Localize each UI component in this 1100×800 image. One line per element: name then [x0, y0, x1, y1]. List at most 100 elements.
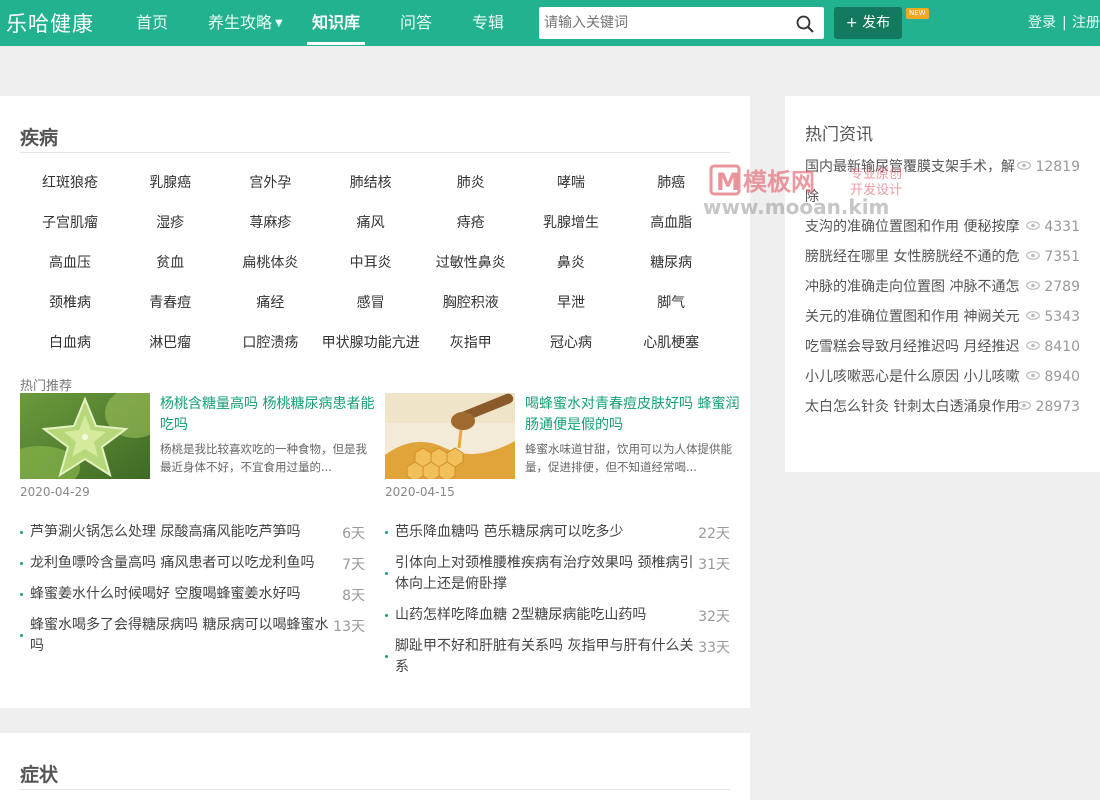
- disease-tag[interactable]: 肺癌: [621, 172, 721, 192]
- view-count: 8410: [1026, 339, 1080, 355]
- disease-tag[interactable]: 心肌梗塞: [621, 332, 721, 352]
- auth-separator: |: [1062, 15, 1067, 31]
- disease-tag[interactable]: 子宫肌瘤: [20, 212, 120, 232]
- hot-news-link[interactable]: 关元的准确位置图和作用 神阙关元: [805, 302, 1023, 332]
- publish-button[interactable]: + 发布: [834, 7, 902, 39]
- disease-tag[interactable]: 冠心病: [521, 332, 621, 352]
- disease-tag[interactable]: 颈椎病: [20, 292, 120, 312]
- disease-tag[interactable]: 痛经: [220, 292, 320, 312]
- disease-section-title: 疾病: [20, 127, 59, 149]
- view-count-value: 12819: [1035, 159, 1080, 175]
- disease-tag[interactable]: 高血脂: [621, 212, 721, 232]
- eye-icon: [1026, 311, 1041, 320]
- disease-tag[interactable]: 青春痘: [120, 292, 220, 312]
- card-title[interactable]: 喝蜂蜜水对青春痘皮肤好吗 蜂蜜润肠通便是假的吗: [525, 394, 740, 436]
- recommend-label: 热门推荐: [20, 379, 73, 394]
- nav-qa[interactable]: 问答: [400, 0, 432, 46]
- view-count-value: 8410: [1044, 339, 1080, 355]
- top-header: 乐哈健康 首页 养生攻略▼ 知识库 问答 专辑 + 发布 NEW 登录 | 注册: [0, 0, 1100, 46]
- view-count: 12819: [1017, 159, 1080, 175]
- bullet-dot: [20, 531, 23, 534]
- disease-tag[interactable]: 脚气: [621, 292, 721, 312]
- view-count: 8940: [1026, 369, 1080, 385]
- news-link[interactable]: 引体向上对颈椎腰椎疾病有治疗效果吗 颈椎病引体向上还是俯卧撑: [395, 553, 695, 595]
- eye-icon: [1026, 281, 1041, 290]
- news-link[interactable]: 脚趾甲不好和肝脏有关系吗 灰指甲与肝有什么关系: [395, 636, 695, 678]
- news-age: 32天: [698, 609, 730, 625]
- disease-tag[interactable]: 甲状腺功能亢进: [321, 332, 421, 352]
- disease-tag[interactable]: 宫外孕: [220, 172, 320, 192]
- disease-tag[interactable]: 红斑狼疮: [20, 172, 120, 192]
- starfruit-image[interactable]: [20, 393, 150, 479]
- disease-tag[interactable]: 高血压: [20, 252, 120, 272]
- view-count-value: 2789: [1044, 279, 1080, 295]
- news-link[interactable]: 蜂蜜水喝多了会得糖尿病吗 糖尿病可以喝蜂蜜水吗: [30, 615, 330, 657]
- news-link[interactable]: 蜂蜜姜水什么时候喝好 空腹喝蜂蜜姜水好吗: [30, 584, 330, 605]
- disease-tag[interactable]: 肺结核: [321, 172, 421, 192]
- news-link[interactable]: 龙利鱼嘌呤含量高吗 痛风患者可以吃龙利鱼吗: [30, 553, 330, 574]
- disease-tag[interactable]: 痔疮: [421, 212, 521, 232]
- hot-news-link[interactable]: 膀胱经在哪里 女性膀胱经不通的危: [805, 242, 1023, 272]
- bullet-dot: [385, 655, 388, 658]
- nav-albums[interactable]: 专辑: [472, 0, 504, 46]
- disease-tag[interactable]: 鼻炎: [521, 252, 621, 272]
- disease-tag[interactable]: 肺炎: [421, 172, 521, 192]
- disease-tag[interactable]: 感冒: [321, 292, 421, 312]
- disease-tag[interactable]: 早泄: [521, 292, 621, 312]
- news-link[interactable]: 芭乐降血糖吗 芭乐糖尿病可以吃多少: [395, 522, 695, 543]
- disease-tag[interactable]: 中耳炎: [321, 252, 421, 272]
- eye-icon: [1017, 401, 1032, 410]
- symptom-section-title: 症状: [20, 764, 59, 786]
- eye-icon: [1026, 251, 1041, 260]
- news-age: 31天: [698, 557, 730, 573]
- new-badge: NEW: [906, 8, 929, 19]
- disease-tag[interactable]: 湿疹: [120, 212, 220, 232]
- register-link[interactable]: 注册: [1072, 0, 1100, 46]
- view-count-value: 5343: [1044, 309, 1080, 325]
- news-link[interactable]: 芦笋涮火锅怎么处理 尿酸高痛风能吃芦笋吗: [30, 522, 330, 543]
- hot-news-link[interactable]: 冲脉的准确走向位置图 冲脉不通怎: [805, 272, 1023, 302]
- hot-news-link[interactable]: 国内最新输尿管覆膜支架手术，解除: [805, 152, 1020, 212]
- eye-icon: [1026, 341, 1041, 350]
- disease-tag[interactable]: 口腔溃疡: [220, 332, 320, 352]
- hot-news-link[interactable]: 支沟的准确位置图和作用 便秘按摩: [805, 212, 1023, 242]
- login-link[interactable]: 登录: [1028, 0, 1056, 46]
- news-age: 8天: [342, 588, 365, 604]
- card-date: 2020-04-29: [20, 485, 90, 499]
- honey-image[interactable]: [385, 393, 515, 479]
- bullet-dot: [20, 634, 23, 637]
- hot-news-link[interactable]: 小儿咳嗽恶心是什么原因 小儿咳嗽: [805, 362, 1023, 392]
- news-age: 7天: [342, 557, 365, 573]
- disease-tag[interactable]: 乳腺增生: [521, 212, 621, 232]
- disease-tag[interactable]: 淋巴瘤: [120, 332, 220, 352]
- view-count-value: 7351: [1044, 249, 1080, 265]
- search-input[interactable]: [539, 7, 789, 39]
- disease-tag[interactable]: 乳腺癌: [120, 172, 220, 192]
- card-description: 杨桃是我比较喜欢吃的一种食物，但是我最近身体不好，不宜食用过量的...: [160, 442, 367, 474]
- disease-tag[interactable]: 贫血: [120, 252, 220, 272]
- news-age: 22天: [698, 526, 730, 542]
- disease-tag[interactable]: 灰指甲: [421, 332, 521, 352]
- disease-tag[interactable]: 过敏性鼻炎: [421, 252, 521, 272]
- nav-health-guide[interactable]: 养生攻略 ▼: [208, 0, 283, 46]
- hot-news-link[interactable]: 吃雪糕会导致月经推迟吗 月经推迟: [805, 332, 1023, 362]
- section-divider: [20, 152, 730, 153]
- card-title[interactable]: 杨桃含糖量高吗 杨桃糖尿病患者能吃吗: [160, 394, 375, 436]
- disease-tag[interactable]: 白血病: [20, 332, 120, 352]
- disease-tag[interactable]: 痛风: [321, 212, 421, 232]
- eye-icon: [1017, 161, 1032, 170]
- news-link[interactable]: 山药怎样吃降血糖 2型糖尿病能吃山药吗: [395, 605, 695, 626]
- view-count: 4331: [1026, 219, 1080, 235]
- disease-tag[interactable]: 哮喘: [521, 172, 621, 192]
- search-icon[interactable]: [795, 14, 815, 34]
- nav-home[interactable]: 首页: [136, 0, 168, 46]
- hot-news-link[interactable]: 太白怎么针灸 针刺太白透涌泉作用: [805, 392, 1020, 422]
- card-date: 2020-04-15: [385, 485, 455, 499]
- disease-tag[interactable]: 扁桃体炎: [220, 252, 320, 272]
- disease-tag[interactable]: 糖尿病: [621, 252, 721, 272]
- nav-knowledge[interactable]: 知识库: [312, 0, 360, 46]
- site-logo[interactable]: 乐哈健康: [6, 8, 94, 38]
- disease-tag[interactable]: 荨麻疹: [220, 212, 320, 232]
- news-age: 33天: [698, 640, 730, 656]
- disease-tag[interactable]: 胸腔积液: [421, 292, 521, 312]
